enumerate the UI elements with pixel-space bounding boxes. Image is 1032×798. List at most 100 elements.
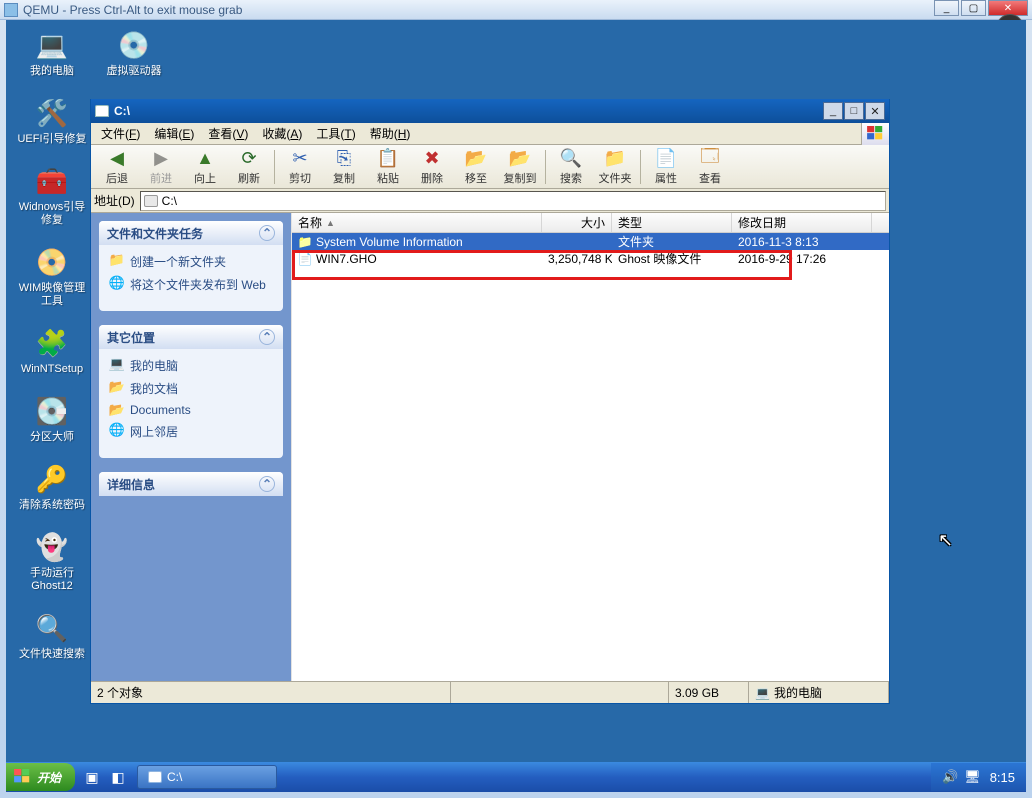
col-name[interactable]: 名称▲ <box>292 213 542 232</box>
icon-label: 手动运行Ghost12 <box>16 567 88 593</box>
search-icon: 🔍 <box>560 148 582 170</box>
host-minimize-button[interactable]: _ <box>934 0 959 16</box>
system-tray[interactable]: 🔊 🖥 8:15 <box>931 763 1026 791</box>
delete-button[interactable]: ✖删除 <box>410 147 454 187</box>
task-group-header[interactable]: 详细信息 ⌃ <box>99 472 283 496</box>
folders-button[interactable]: 📁文件夹 <box>593 147 637 187</box>
host-titlebar[interactable]: QEMU - Press Ctrl-Alt to exit mouse grab… <box>0 0 1032 20</box>
properties-icon: 📄 <box>655 148 677 170</box>
column-headers: 名称▲ 大小 类型 修改日期 <box>292 213 889 233</box>
paste-button[interactable]: 📋粘贴 <box>366 147 410 187</box>
copy-icon: ⎘ <box>337 148 351 170</box>
qemu-icon <box>4 3 18 17</box>
desktop-icons-col1: 💻我的电脑 🛠️UEFI引导修复 🧰Widnows引导修复 📀WIM映像管理工具 🧩Wi… <box>16 28 96 679</box>
address-label: 地址(D) <box>94 192 135 209</box>
desktop-icon[interactable]: 🧩WinNTSetup <box>16 326 88 376</box>
chevron-up-icon: ⌃ <box>259 476 275 492</box>
desktop-icon[interactable]: 👻手动运行Ghost12 <box>16 530 88 593</box>
search-button[interactable]: 🔍搜索 <box>549 147 593 187</box>
up-button[interactable]: ▲向上 <box>183 147 227 187</box>
task-group-header[interactable]: 其它位置 ⌃ <box>99 325 283 349</box>
explorer-close-button[interactable]: ✕ <box>865 102 885 120</box>
host-title: QEMU - Press Ctrl-Alt to exit mouse grab <box>23 3 242 17</box>
paste-icon: 📋 <box>377 148 399 170</box>
table-row[interactable]: 📁System Volume Information文件夹2016-11-3 8… <box>292 233 889 250</box>
app-icon: 🧩 <box>35 326 69 360</box>
task-item[interactable]: 🌐将这个文件夹发布到 Web <box>109 276 273 293</box>
moveto-icon: 📂 <box>465 148 487 170</box>
file-rows: 📁System Volume Information文件夹2016-11-3 8… <box>292 233 889 681</box>
tray-icon[interactable]: 🖥 <box>964 769 981 785</box>
task-icon: 📁 <box>109 253 125 267</box>
folders-icon: 📁 <box>604 148 626 170</box>
drive-icon <box>144 195 158 207</box>
table-row[interactable]: 📄WIN7.GHO3,250,748 KBGhost 映像文件2016-9-29… <box>292 250 889 267</box>
explorer-minimize-button[interactable]: _ <box>823 102 843 120</box>
desktop-icon[interactable]: 🔑清除系统密码 <box>16 462 88 512</box>
moveto-button[interactable]: 📂移至 <box>454 147 498 187</box>
desktop-icon[interactable]: 💻我的电脑 <box>16 28 88 78</box>
task-item[interactable]: 📁创建一个新文件夹 <box>109 253 273 270</box>
desktop-icon[interactable]: 🛠️UEFI引导修复 <box>16 96 88 146</box>
address-field[interactable]: C:\ <box>140 191 886 211</box>
task-item[interactable]: 📂Documents <box>109 403 273 417</box>
scissors-icon: ✂ <box>292 148 307 170</box>
desktop-icon[interactable]: 📀WIM映像管理工具 <box>16 245 88 308</box>
computer-icon: 💻 <box>755 686 770 700</box>
status-count: 2 个对象 <box>91 682 451 703</box>
properties-button[interactable]: 📄属性 <box>644 147 688 187</box>
quick-launch-item[interactable]: ◧ <box>107 765 129 789</box>
refresh-icon: ⟳ <box>241 148 256 170</box>
desktop-icon[interactable]: 🔍 文件快速搜索 <box>16 611 88 661</box>
menu-item[interactable]: 收藏(A) <box>255 122 309 145</box>
app-icon: 💻 <box>35 28 69 62</box>
task-item[interactable]: 📂我的文档 <box>109 380 273 397</box>
menu-item[interactable]: 工具(T) <box>309 122 362 145</box>
icon-label: 分区大师 <box>16 431 88 444</box>
views-icon: 🗔 <box>700 148 720 170</box>
desktop-icon[interactable]: 💿虚拟驱动器 <box>98 28 170 78</box>
file-icon: 📄 <box>298 252 312 266</box>
menu-item[interactable]: 帮助(H) <box>363 122 418 145</box>
app-icon: 🛠️ <box>35 96 69 130</box>
guest-desktop[interactable]: 💻我的电脑 🛠️UEFI引导修复 🧰Widnows引导修复 📀WIM映像管理工具 🧩Wi… <box>6 20 1026 792</box>
icon-label: WIM映像管理工具 <box>16 282 88 308</box>
task-item[interactable]: 🌐网上邻居 <box>109 423 273 440</box>
task-group-header[interactable]: 文件和文件夹任务 ⌃ <box>99 221 283 245</box>
menu-item[interactable]: 查看(V) <box>201 122 255 145</box>
taskbar-app-button[interactable]: C:\ <box>137 765 277 789</box>
app-icon: 🔍 <box>35 611 69 645</box>
copyto-button[interactable]: 📂复制到 <box>498 147 542 187</box>
cut-button[interactable]: ✂剪切 <box>278 147 322 187</box>
drive-icon <box>148 771 162 783</box>
quick-launch-item[interactable]: ▣ <box>81 765 103 789</box>
task-pane: 文件和文件夹任务 ⌃ 📁创建一个新文件夹 🌐将这个文件夹发布到 Web 其它位置 … <box>91 213 291 681</box>
tray-clock: 8:15 <box>990 770 1015 785</box>
task-icon: 📂 <box>109 380 125 394</box>
refresh-button[interactable]: ⟳刷新 <box>227 147 271 187</box>
col-type[interactable]: 类型 <box>612 213 732 232</box>
task-item[interactable]: 💻我的电脑 <box>109 357 273 374</box>
col-size[interactable]: 大小 <box>542 213 612 232</box>
arrow-up-icon: ▲ <box>196 148 214 170</box>
explorer-titlebar[interactable]: C:\ _ □ ✕ <box>91 99 889 123</box>
host-maximize-button[interactable]: ▢ <box>961 0 986 16</box>
desktop-icon[interactable]: 💽分区大师 <box>16 394 88 444</box>
tray-icon[interactable]: 🔊 <box>942 769 958 785</box>
icon-label: 清除系统密码 <box>16 499 88 512</box>
task-icon: 📂 <box>109 403 125 417</box>
col-date[interactable]: 修改日期 <box>732 213 872 232</box>
views-button[interactable]: 🗔查看 <box>688 147 732 187</box>
windows-flag-icon <box>14 769 32 785</box>
icon-label: 文件快速搜索 <box>16 648 88 661</box>
menu-item[interactable]: 编辑(E) <box>147 122 201 145</box>
chevron-up-icon: ⌃ <box>259 329 275 345</box>
start-button[interactable]: 开始 <box>6 763 75 791</box>
desktop-icon[interactable]: 🧰Widnows引导修复 <box>16 164 88 227</box>
back-button[interactable]: ◀后退 <box>95 147 139 187</box>
sort-asc-icon: ▲ <box>326 218 335 228</box>
copy-button[interactable]: ⎘复制 <box>322 147 366 187</box>
explorer-maximize-button[interactable]: □ <box>844 102 864 120</box>
windows-logo-icon[interactable] <box>861 123 889 145</box>
menu-item[interactable]: 文件(F) <box>94 122 147 145</box>
